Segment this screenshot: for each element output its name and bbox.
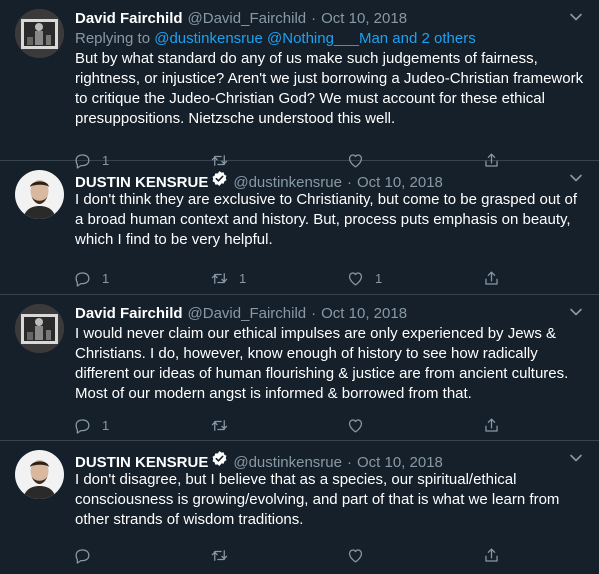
avatar[interactable] xyxy=(15,9,64,58)
retweet-button[interactable] xyxy=(210,416,346,435)
reply-button[interactable]: 1 xyxy=(73,269,210,288)
chevron-down-icon[interactable] xyxy=(569,451,583,465)
tweet-actions: 1 xyxy=(73,406,584,444)
verified-badge-icon xyxy=(212,451,227,466)
replying-to: Replying to @dustinkensrue @Nothing___Ma… xyxy=(75,29,584,49)
retweet-icon xyxy=(211,419,228,431)
like-button[interactable] xyxy=(346,416,482,435)
avatar[interactable] xyxy=(15,304,64,353)
tweet-actions: 1 1 1 xyxy=(73,259,584,297)
chevron-down-icon[interactable] xyxy=(569,10,583,24)
reply-button[interactable] xyxy=(73,546,210,565)
like-button[interactable] xyxy=(346,546,482,565)
tweet-actions xyxy=(73,536,584,574)
avatar[interactable] xyxy=(15,450,64,499)
retweet-icon xyxy=(211,272,228,284)
reply-count: 1 xyxy=(102,270,110,286)
separator-dot: · xyxy=(311,10,317,27)
like-icon xyxy=(348,548,363,562)
share-button[interactable] xyxy=(482,546,501,565)
tweet[interactable]: David Fairchild @David_Fairchild · Oct 1… xyxy=(0,0,599,169)
tweet-date[interactable]: Oct 10, 2018 xyxy=(321,9,407,29)
retweet-button[interactable] xyxy=(210,546,346,565)
reply-count: 1 xyxy=(102,417,110,433)
like-button[interactable]: 1 xyxy=(346,269,482,288)
retweet-button[interactable]: 1 xyxy=(210,269,346,288)
share-button[interactable] xyxy=(482,416,501,435)
user-handle[interactable]: @David_Fairchild xyxy=(188,9,307,29)
chevron-down-icon[interactable] xyxy=(569,305,583,319)
retweet-count: 1 xyxy=(239,270,247,286)
share-button[interactable] xyxy=(482,269,501,288)
tweet-text: I don't disagree, but I believe that as … xyxy=(75,471,560,528)
tweet[interactable]: DUSTIN KENSRUE @dustinkensrue · Oct 10, … xyxy=(0,441,599,565)
like-count: 1 xyxy=(375,270,383,286)
display-name[interactable]: David Fairchild xyxy=(75,9,183,29)
like-icon xyxy=(348,271,363,285)
chevron-down-icon[interactable] xyxy=(569,171,583,185)
tweet[interactable]: David Fairchild @David_Fairchild · Oct 1… xyxy=(0,295,599,441)
reply-icon xyxy=(75,418,90,434)
reply-icon xyxy=(75,548,90,564)
tweet-text: I would never claim our ethical impulses… xyxy=(75,325,569,402)
tweet-date[interactable]: Oct 10, 2018 xyxy=(321,304,407,324)
avatar[interactable] xyxy=(15,170,64,219)
reply-icon xyxy=(75,271,90,287)
share-icon xyxy=(485,548,498,562)
tweet-text: I don't think they are exclusive to Chri… xyxy=(75,191,578,248)
replying-to-prefix: Replying to xyxy=(75,30,155,47)
tweet[interactable]: DUSTIN KENSRUE @dustinkensrue · Oct 10, … xyxy=(0,161,599,295)
share-icon xyxy=(485,271,498,285)
user-handle[interactable]: @David_Fairchild xyxy=(188,304,307,324)
tweet-text: But by what standard do any of us make s… xyxy=(75,50,584,127)
separator-dot: · xyxy=(311,305,317,322)
display-name[interactable]: David Fairchild xyxy=(75,304,183,324)
replying-to-users[interactable]: @dustinkensrue @Nothing___Man and 2 othe… xyxy=(154,30,475,47)
share-icon xyxy=(485,418,498,432)
verified-badge-icon xyxy=(212,171,227,186)
retweet-icon xyxy=(211,549,228,561)
reply-button[interactable]: 1 xyxy=(73,416,210,435)
like-icon xyxy=(348,418,363,432)
